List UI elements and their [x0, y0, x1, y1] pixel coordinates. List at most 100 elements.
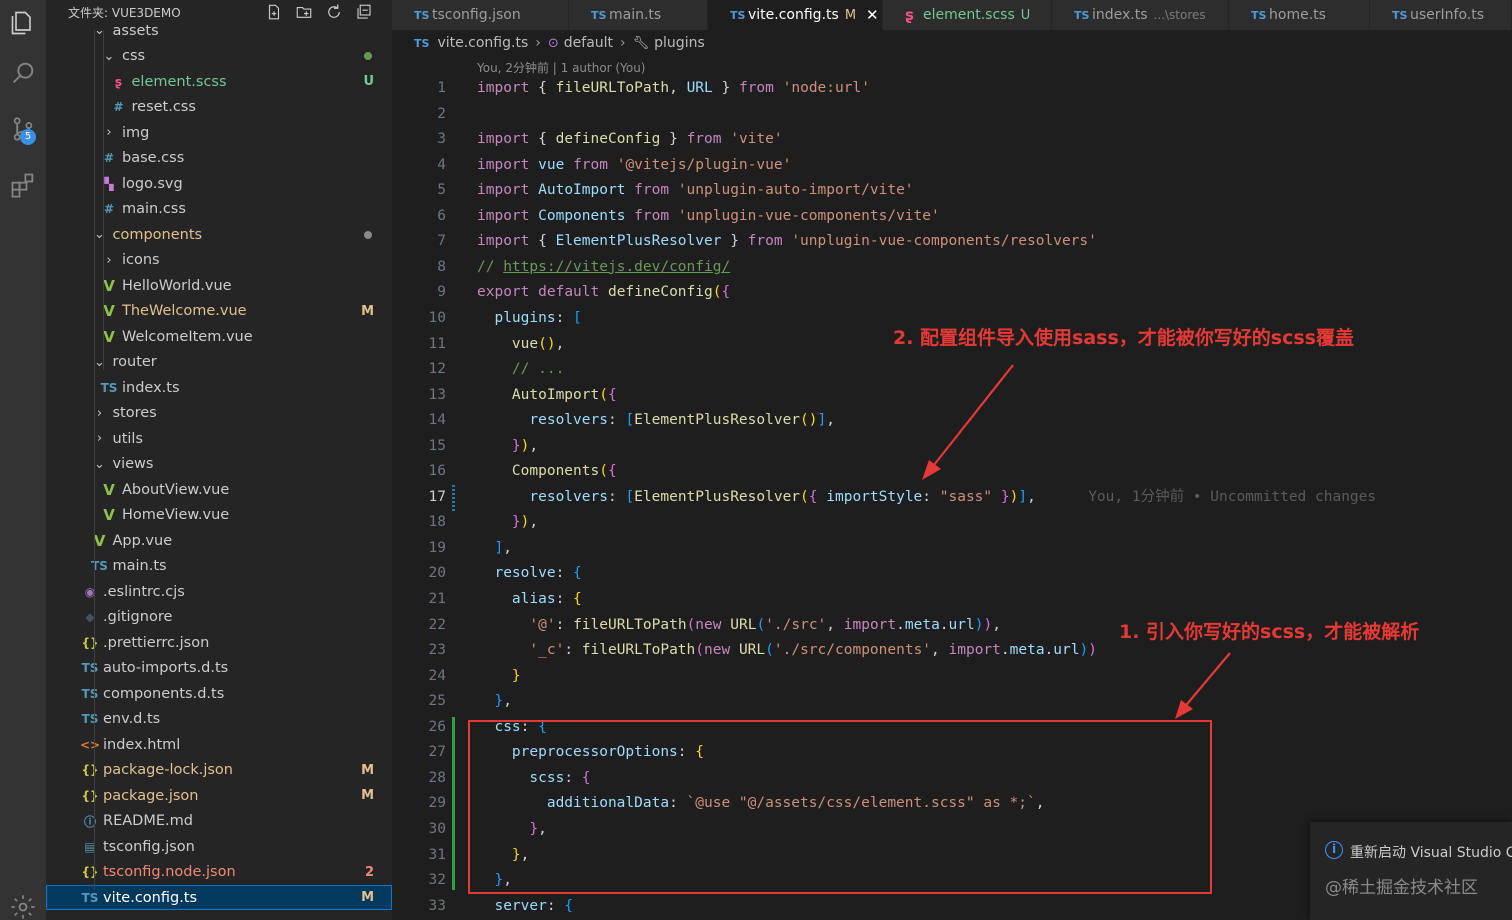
- code-line[interactable]: import { ElementPlusResolver } from 'unp…: [477, 229, 1097, 255]
- code-token: :: [555, 565, 574, 582]
- code-line[interactable]: plugins: [: [477, 306, 581, 332]
- code-token: URL: [686, 80, 713, 96]
- code-line[interactable]: // ...: [477, 357, 564, 383]
- file-tree-item[interactable]: TS auto-imports.d.ts: [46, 656, 392, 681]
- code-line[interactable]: }),: [477, 434, 538, 460]
- editor-tab[interactable]: TS tsconfig.json: [392, 0, 569, 30]
- code-line[interactable]: resolvers: [ElementPlusResolver()],: [477, 408, 835, 434]
- new-folder-icon[interactable]: [294, 2, 314, 22]
- close-icon[interactable]: ✕: [866, 6, 879, 24]
- editor-tab[interactable]: ʂ element.scss U: [883, 0, 1052, 30]
- breadcrumb-property[interactable]: plugins: [654, 35, 705, 51]
- file-tree-item[interactable]: TS index.ts: [46, 375, 392, 400]
- file-tree-item[interactable]: V HomeView.vue: [46, 503, 392, 528]
- code-token: {: [808, 488, 818, 505]
- file-tree-item[interactable]: # reset.css: [46, 95, 392, 120]
- code-token: {: [573, 565, 582, 582]
- code-line[interactable]: export default defineConfig({: [477, 280, 730, 306]
- file-tree-item[interactable]: TS components.d.ts: [46, 681, 392, 706]
- explorer-icon[interactable]: [0, 0, 46, 46]
- file-tree-item[interactable]: ⌄ views: [46, 452, 392, 477]
- breadcrumb: TS vite.config.ts › ⊙ default › 🔧︎ plugi…: [414, 35, 705, 51]
- code-line[interactable]: AutoImport({: [477, 383, 617, 409]
- file-tree-item[interactable]: # main.css: [46, 197, 392, 222]
- editor-tab[interactable]: TS userInfo.ts: [1370, 0, 1512, 30]
- collapse-all-icon[interactable]: [354, 2, 374, 22]
- file-tree-item[interactable]: ◆ .gitignore: [46, 605, 392, 630]
- code-line[interactable]: '@': fileURLToPath(new URL('./src', impo…: [477, 613, 1001, 639]
- file-tree-item[interactable]: <> index.html: [46, 732, 392, 757]
- file-tree-item[interactable]: › icons: [46, 248, 392, 273]
- typescript-file-icon: TS: [1074, 8, 1090, 22]
- code-line[interactable]: '_c': fileURLToPath(new URL('./src/compo…: [477, 638, 1097, 664]
- search-icon[interactable]: [0, 50, 46, 96]
- settings-gear-icon[interactable]: [0, 884, 46, 920]
- file-tree-item[interactable]: # base.css: [46, 146, 392, 171]
- file-tree-item[interactable]: ▤ tsconfig.json: [46, 834, 392, 859]
- file-tree-item[interactable]: ʂ element.scss U: [46, 69, 392, 94]
- file-tree-item[interactable]: V AboutView.vue: [46, 477, 392, 502]
- file-tree-item[interactable]: ⌄ css: [46, 44, 392, 69]
- breadcrumb-symbol[interactable]: default: [564, 35, 613, 51]
- code-line[interactable]: import Components from 'unplugin-vue-com…: [477, 204, 940, 230]
- code-line[interactable]: import { fileURLToPath, URL } from 'node…: [477, 76, 870, 102]
- file-tree-item[interactable]: ⌄ router: [46, 350, 392, 375]
- typescript-file-icon: TS: [414, 8, 430, 22]
- code-token: {: [564, 897, 574, 914]
- gutter-added-indicator[interactable]: [452, 717, 455, 890]
- code-token: (: [800, 488, 809, 505]
- code-line[interactable]: alias: {: [477, 587, 582, 613]
- file-tree-item[interactable]: TS main.ts: [46, 554, 392, 579]
- tsconfig-file-icon: ▤: [84, 839, 96, 854]
- file-tree-item[interactable]: › img: [46, 120, 392, 145]
- file-tree-item[interactable]: › stores: [46, 401, 392, 426]
- editor-tab[interactable]: TS main.ts: [569, 0, 708, 30]
- editor-tab[interactable]: TS vite.config.ts M ✕: [708, 0, 883, 30]
- breadcrumb-file[interactable]: vite.config.ts: [437, 35, 528, 51]
- file-tree-item[interactable]: ⌄ components: [46, 222, 392, 247]
- code-line[interactable]: ],: [477, 536, 511, 562]
- code-line[interactable]: vue(),: [477, 332, 564, 358]
- symbol-module-icon: ⊙: [547, 35, 559, 51]
- file-tree-item[interactable]: V WelcomeItem.vue: [46, 324, 392, 349]
- file-tree-item[interactable]: V TheWelcome.vue M: [46, 299, 392, 324]
- file-tree-item[interactable]: {} .prettierrc.json: [46, 630, 392, 655]
- file-tree-item[interactable]: {} package.json M: [46, 783, 392, 808]
- file-tree-item[interactable]: TS vite.config.ts M: [46, 885, 392, 910]
- refresh-icon[interactable]: [324, 2, 344, 22]
- file-tree-item[interactable]: › utils: [46, 426, 392, 451]
- typescript-file-icon: TS: [100, 380, 118, 395]
- code-token: from: [686, 131, 722, 148]
- editor-tab[interactable]: TS index.ts ...\stores: [1052, 0, 1229, 30]
- file-tree-item[interactable]: ▚ logo.svg: [46, 171, 392, 196]
- file-tree-item[interactable]: {} package-lock.json M: [46, 758, 392, 783]
- file-tree-item[interactable]: ◉ .eslintrc.cjs: [46, 579, 392, 604]
- file-tree-item[interactable]: V App.vue: [46, 528, 392, 553]
- extensions-icon[interactable]: [0, 162, 46, 208]
- code-line[interactable]: resolve: {: [477, 561, 582, 587]
- code-line[interactable]: import AutoImport from 'unplugin-auto-im…: [477, 178, 914, 204]
- code-line[interactable]: resolvers: [ElementPlusResolver({ import…: [477, 485, 1376, 511]
- code-line[interactable]: import { defineConfig } from 'vite': [477, 127, 783, 153]
- file-tree-item[interactable]: V HelloWorld.vue: [46, 273, 392, 298]
- code-line[interactable]: },: [477, 689, 511, 715]
- code-line[interactable]: // https://vitejs.dev/config/: [477, 255, 730, 281]
- code-line[interactable]: server: {: [477, 894, 573, 920]
- editor-tab[interactable]: TS home.ts: [1229, 0, 1370, 30]
- new-file-icon[interactable]: [264, 2, 284, 22]
- file-tree-item[interactable]: {} tsconfig.node.json 2: [46, 860, 392, 885]
- code-line[interactable]: import vue from '@vitejs/plugin-vue': [477, 153, 791, 179]
- gutter-modified-indicator[interactable]: [452, 485, 455, 511]
- code-line[interactable]: }),: [477, 510, 538, 536]
- codelens-blame[interactable]: You, 2分钟前 | 1 author (You): [477, 59, 645, 76]
- file-tree-item[interactable]: ⓘ README.md: [46, 809, 392, 834]
- file-tree-item[interactable]: TS env.d.ts: [46, 707, 392, 732]
- code-token: ElementPlusResolver: [555, 233, 722, 250]
- code-line[interactable]: Components({: [477, 459, 617, 485]
- source-control-icon[interactable]: [0, 106, 46, 152]
- typescript-file-icon: TS: [81, 890, 99, 905]
- file-tree-label: index.html: [103, 736, 181, 753]
- code-line[interactable]: }: [477, 664, 521, 690]
- notification-toast[interactable]: i 重新启动 Visual Studio C: [1310, 822, 1512, 920]
